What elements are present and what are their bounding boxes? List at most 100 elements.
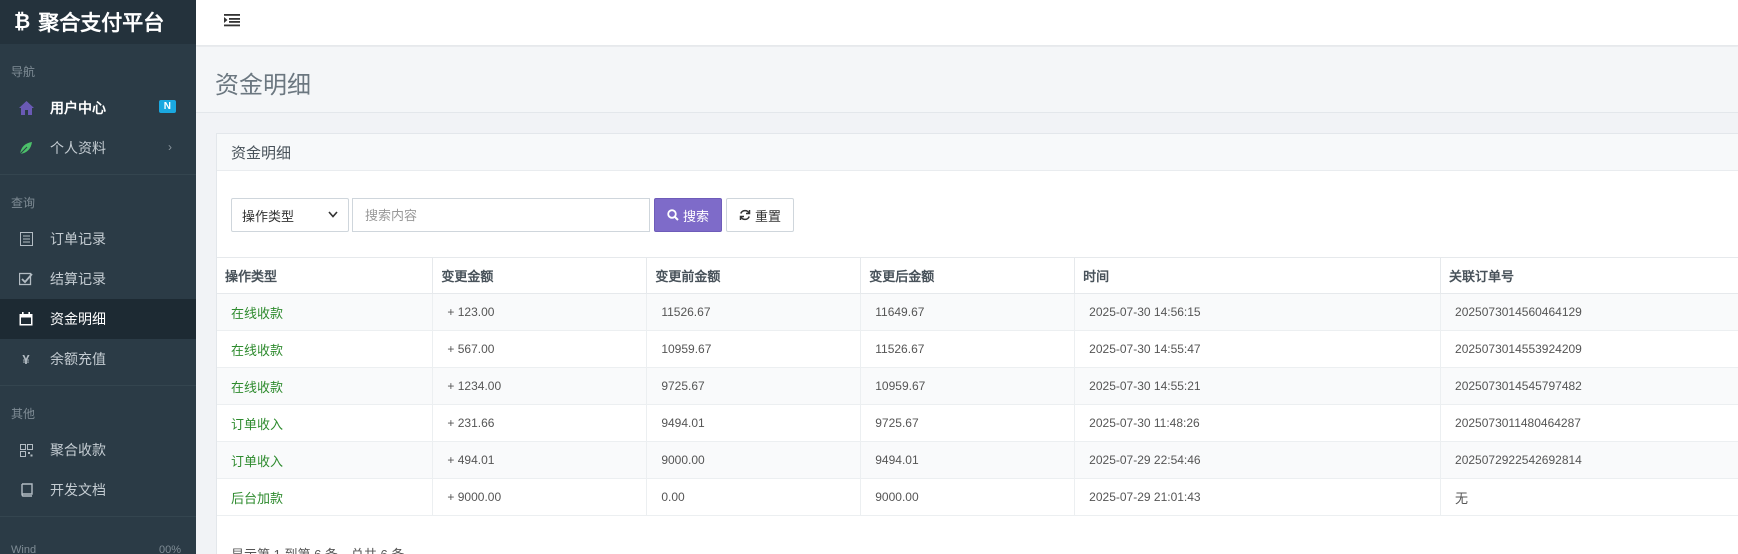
table-row: 订单收入 + 494.01 9000.00 9494.01 2025-07-29… [217, 441, 1738, 479]
cell-order-no: 2025073014545797482 [1440, 367, 1738, 405]
cell-before-amount: 9000.00 [646, 441, 862, 479]
calendar-icon [18, 311, 34, 327]
cell-change-amount: + 123.00 [432, 293, 648, 331]
bitcoin-logo-icon: ₿ [14, 10, 31, 33]
sidebar-item-orders[interactable]: 订单记录 [0, 219, 196, 259]
brand-title: 聚合支付平台 [38, 12, 165, 35]
cell-time: 2025-07-29 21:01:43 [1074, 478, 1442, 516]
footer-right-text: 00% [158, 544, 181, 554]
column-header[interactable]: 变更前金额 [646, 257, 862, 294]
cell-order-no: 2025073014553924209 [1440, 330, 1738, 368]
cell-order-no: 无 [1440, 478, 1738, 516]
cell-before-amount: 0.00 [646, 478, 862, 516]
sidebar-item-aggregate-collect[interactable]: 聚合收款 [0, 430, 196, 470]
table-row: 在线收款 + 1234.00 9725.67 10959.67 2025-07-… [217, 367, 1738, 405]
reset-button[interactable]: 重置 [726, 198, 794, 232]
cell-change-amount: + 231.66 [432, 404, 648, 442]
check-square-icon [18, 271, 34, 287]
cell-before-amount: 9725.67 [646, 367, 862, 405]
cell-time: 2025-07-30 14:56:15 [1074, 293, 1442, 331]
cell-time: 2025-07-30 14:55:21 [1074, 367, 1442, 405]
column-header[interactable]: 时间 [1074, 257, 1442, 294]
column-header[interactable]: 变更后金额 [860, 257, 1076, 294]
cell-after-amount: 9725.67 [860, 404, 1076, 442]
brand[interactable]: ₿ 聚合支付平台 [0, 0, 196, 44]
cell-order-no: 2025072922542692814 [1440, 441, 1738, 479]
sidebar-item-label: 聚合收款 [50, 442, 106, 458]
search-button-label: 搜索 [682, 208, 709, 224]
reset-button-label: 重置 [754, 208, 781, 224]
chevron-right-icon: › [168, 140, 172, 154]
cell-after-amount: 9000.00 [860, 478, 1076, 516]
sidebar-item-user-center[interactable]: 用户中心 N [0, 88, 196, 128]
cell-change-amount: + 9000.00 [432, 478, 648, 516]
sidebar-item-settlements[interactable]: 结算记录 [0, 259, 196, 299]
cell-type: 订单收入 [217, 441, 434, 479]
cell-before-amount: 9494.01 [646, 404, 862, 442]
topbar [196, 0, 1738, 46]
sidebar-item-label: 资金明细 [50, 311, 106, 327]
refresh-icon [739, 209, 751, 221]
sidebar-item-label: 开发文档 [50, 482, 106, 498]
footer-left-text: Wind [11, 544, 37, 554]
table-row: 后台加款 + 9000.00 0.00 9000.00 2025-07-29 2… [217, 478, 1738, 516]
book-icon [18, 482, 34, 498]
column-header[interactable]: 变更金额 [432, 257, 648, 294]
yen-icon: ¥ [22, 351, 30, 367]
divider [0, 516, 196, 517]
cell-type: 订单收入 [217, 404, 434, 442]
search-icon [667, 209, 679, 221]
search-button[interactable]: 搜索 [654, 198, 722, 232]
cell-type: 后台加款 [217, 478, 434, 516]
column-header[interactable]: 关联订单号 [1440, 257, 1738, 294]
sidebar: ₿ 聚合支付平台 导航 用户中心 N 个人资料 › 查询 订单记录 结算记录 资… [0, 0, 196, 554]
sidebar-item-label: 结算记录 [50, 271, 106, 287]
page-title: 资金明细 [215, 72, 311, 99]
chevron-down-icon [328, 210, 338, 221]
sidebar-item-label: 余额充值 [50, 351, 106, 367]
cell-after-amount: 10959.67 [860, 367, 1076, 405]
operation-type-select[interactable]: 操作类型 [231, 198, 349, 232]
table-row: 订单收入 + 231.66 9494.01 9725.67 2025-07-30… [217, 404, 1738, 442]
filter-bar: 操作类型 搜索 重置 [231, 198, 794, 232]
sidebar-item-fund-details[interactable]: 资金明细 [0, 299, 196, 339]
cell-after-amount: 11649.67 [860, 293, 1076, 331]
pagination-info: 显示第 1 到第 6 条，总共 6 条 [231, 544, 404, 554]
sidebar-footer: Wind 00% [11, 544, 181, 554]
cell-time: 2025-07-30 11:48:26 [1074, 404, 1442, 442]
qrcode-icon [18, 442, 34, 458]
fund-details-table: 操作类型 变更金额 变更前金额 变更后金额 时间 关联订单号 在线收款 + 12… [217, 257, 1738, 516]
sidebar-item-profile[interactable]: 个人资料 › [0, 128, 196, 168]
nav-section-header: 导航 [11, 65, 36, 79]
table-row: 在线收款 + 567.00 10959.67 11526.67 2025-07-… [217, 330, 1738, 368]
nav-section-header: 其他 [11, 407, 36, 421]
cell-change-amount: + 1234.00 [432, 367, 648, 405]
cell-order-no: 2025073011480464287 [1440, 404, 1738, 442]
cell-time: 2025-07-29 22:54:46 [1074, 441, 1442, 479]
page-title-bar: 资金明细 [196, 47, 1738, 113]
cell-after-amount: 9494.01 [860, 441, 1076, 479]
cell-before-amount: 11526.67 [646, 293, 862, 331]
sidebar-item-dev-docs[interactable]: 开发文档 [0, 470, 196, 510]
new-badge: N [158, 100, 176, 113]
sidebar-item-recharge[interactable]: ¥ 余额充值 [0, 339, 196, 379]
leaf-icon [18, 140, 34, 156]
cell-order-no: 2025073014560464129 [1440, 293, 1738, 331]
table-header-row: 操作类型 变更金额 变更前金额 变更后金额 时间 关联订单号 [217, 257, 1738, 294]
cell-before-amount: 10959.67 [646, 330, 862, 368]
nav-section-header: 查询 [11, 196, 36, 210]
cell-type: 在线收款 [217, 367, 434, 405]
column-header[interactable]: 操作类型 [217, 257, 434, 294]
cell-time: 2025-07-30 14:55:47 [1074, 330, 1442, 368]
menu-toggle-icon[interactable] [224, 13, 242, 29]
sidebar-item-label: 用户中心 [50, 100, 106, 116]
cell-type: 在线收款 [217, 293, 434, 331]
sidebar-item-label: 个人资料 [50, 140, 106, 156]
list-icon [18, 231, 34, 247]
cell-change-amount: + 567.00 [432, 330, 648, 368]
panel-title: 资金明细 [217, 134, 1738, 171]
search-input[interactable] [352, 198, 650, 232]
select-value: 操作类型 [242, 208, 295, 224]
table-row: 在线收款 + 123.00 11526.67 11649.67 2025-07-… [217, 293, 1738, 331]
home-icon [18, 100, 34, 116]
